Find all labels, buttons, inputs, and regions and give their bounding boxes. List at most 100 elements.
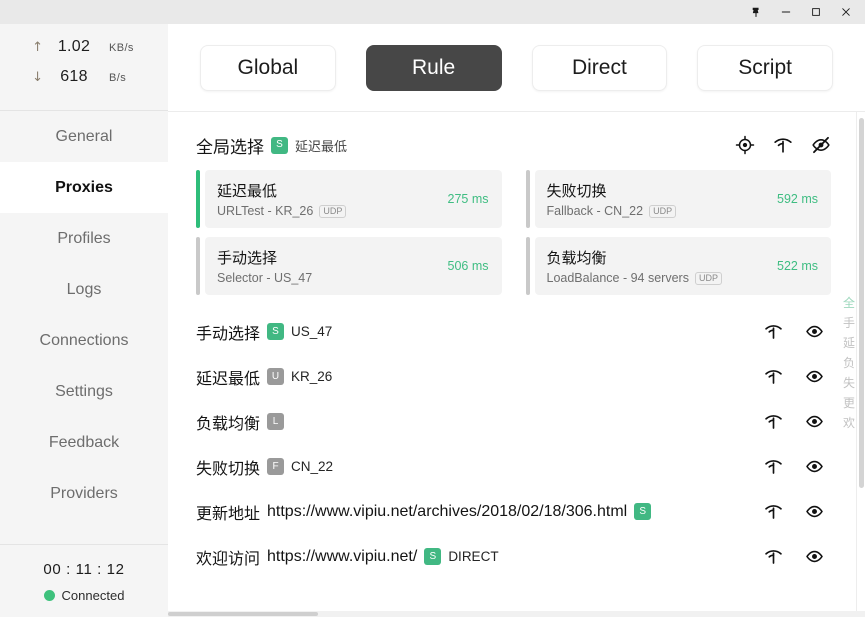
proxy-group-row[interactable]: 更新地址 https://www.vipiu.net/archives/2018… (196, 489, 831, 534)
app-window: ↑ 1.02 KB/s ↓ 618 B/s General Proxies Pr… (0, 0, 865, 617)
maximize-window-button[interactable] (801, 0, 831, 24)
minimize-window-button[interactable] (771, 0, 801, 24)
index-item[interactable]: 负 (843, 357, 855, 369)
row-url: https://www.vipiu.net/ (267, 547, 418, 565)
sidebar-item-label: General (55, 127, 113, 145)
sidebar-item-providers[interactable]: Providers (0, 468, 168, 519)
horizontal-scrollbar[interactable] (168, 611, 865, 617)
group-selected-node: 延迟最低 (295, 138, 348, 154)
card-title: 负载均衡 (546, 250, 607, 267)
udp-badge: UDP (694, 271, 722, 285)
proxy-group-row[interactable]: 失败切换 F CN_22 (196, 444, 831, 489)
tab-label: Direct (571, 55, 627, 79)
target-icon[interactable] (735, 135, 755, 155)
vertical-scrollbar-thumb[interactable] (859, 118, 864, 488)
connection-status: Connected (0, 588, 168, 603)
proxy-card[interactable]: 负载均衡 LoadBalance - 94 servers UDP 522 ms (525, 237, 831, 295)
row-type-badge: F (267, 458, 285, 475)
proxy-group-row[interactable]: 延迟最低 U KR_26 (196, 354, 831, 399)
index-item[interactable]: 延 (843, 337, 855, 349)
download-speed-unit: B/s (109, 72, 127, 84)
speedtest-icon[interactable] (764, 412, 784, 432)
sidebar-item-profiles[interactable]: Profiles (0, 213, 168, 264)
connection-status-label: Connected (61, 588, 125, 603)
eye-icon[interactable] (805, 547, 825, 567)
speedtest-icon[interactable] (773, 135, 793, 155)
row-type-badge: U (267, 368, 285, 385)
card-delay: 592 ms (777, 192, 818, 206)
speedtest-icon[interactable] (764, 457, 784, 477)
proxy-group-row[interactable]: 欢迎访问 https://www.vipiu.net/ S DIRECT (196, 534, 831, 579)
row-selected-node: KR_26 (291, 369, 333, 384)
card-title: 手动选择 (217, 250, 278, 267)
row-selected-node: US_47 (291, 324, 333, 339)
horizontal-scrollbar-thumb[interactable] (168, 612, 318, 616)
eye-icon[interactable] (805, 457, 825, 477)
tab-direct[interactable]: Direct (531, 44, 668, 91)
sidebar-item-connections[interactable]: Connections (0, 315, 168, 366)
sidebar-item-label: Providers (50, 484, 118, 502)
maximize-icon (810, 6, 822, 18)
upload-speed-row: ↑ 1.02 KB/s (0, 38, 168, 68)
proxy-card[interactable]: 延迟最低 URLTest - KR_26 UDP 275 ms (196, 170, 502, 228)
proxy-card[interactable]: 手动选择 Selector - US_47 506 ms (196, 237, 502, 295)
sidebar-item-label: Feedback (48, 433, 120, 451)
card-title: 延迟最低 (217, 183, 278, 200)
speedtest-icon[interactable] (764, 502, 784, 522)
proxy-group-list: 手动选择 S US_47 延迟最低 U KR_26 负载均衡 L 失败切换 F … (196, 309, 831, 579)
index-item[interactable]: 失 (843, 377, 855, 389)
mode-tabs: Global Rule Direct Script (168, 24, 865, 112)
udp-badge: UDP (319, 204, 347, 218)
eye-icon[interactable] (805, 367, 825, 387)
sidebar-item-label: Connections (39, 331, 129, 349)
eye-icon[interactable] (805, 412, 825, 432)
index-item[interactable]: 欢 (843, 417, 855, 429)
row-type-badge: S (634, 503, 652, 520)
index-item[interactable]: 全 (843, 297, 855, 309)
row-title: 欢迎访问 (196, 550, 261, 568)
sidebar-item-feedback[interactable]: Feedback (0, 417, 168, 468)
eye-off-icon[interactable] (811, 135, 831, 155)
speed-indicator: ↑ 1.02 KB/s ↓ 618 B/s (0, 24, 168, 110)
sidebar-item-logs[interactable]: Logs (0, 264, 168, 315)
close-icon (840, 6, 852, 18)
row-title: 手动选择 (196, 325, 261, 343)
row-url: https://www.vipiu.net/archives/2018/02/1… (267, 502, 628, 520)
upload-arrow-icon: ↑ (32, 40, 43, 55)
tab-rule[interactable]: Rule (365, 44, 502, 91)
card-subtitle: Selector - US_47 (217, 271, 313, 285)
close-window-button[interactable] (831, 0, 861, 24)
main-panel: Global Rule Direct Script 全局选择 S 延迟最低 延迟… (168, 24, 865, 617)
proxy-group-row[interactable]: 手动选择 S US_47 (196, 309, 831, 354)
eye-icon[interactable] (805, 322, 825, 342)
proxy-group-row[interactable]: 负载均衡 L (196, 399, 831, 444)
sidebar-item-label: Profiles (57, 229, 111, 247)
index-item[interactable]: 手 (843, 317, 855, 329)
sidebar-item-label: Settings (55, 382, 113, 400)
proxy-card[interactable]: 失败切换 Fallback - CN_22 UDP 592 ms (525, 170, 831, 228)
sidebar-item-label: Proxies (55, 178, 113, 196)
index-item[interactable]: 更 (843, 397, 855, 409)
sidebar-item-settings[interactable]: Settings (0, 366, 168, 417)
group-type-badge: S (271, 136, 288, 154)
window-body: ↑ 1.02 KB/s ↓ 618 B/s General Proxies Pr… (0, 24, 865, 617)
vertical-scrollbar[interactable] (856, 112, 865, 617)
sidebar-item-general[interactable]: General (0, 111, 168, 162)
tab-label: Global (237, 55, 299, 79)
speedtest-icon[interactable] (764, 547, 784, 567)
proxy-card-grid: 延迟最低 URLTest - KR_26 UDP 275 ms 失败切换 Fal… (196, 170, 831, 295)
sidebar-status: 00 : 11 : 12 Connected (0, 544, 168, 617)
connection-timer: 00 : 11 : 12 (43, 561, 125, 578)
card-active-bar (525, 170, 530, 228)
pin-icon (750, 6, 762, 18)
udp-badge: UDP (649, 204, 677, 218)
card-active-bar (196, 170, 200, 228)
group-quick-index[interactable]: 全 手 延 负 失 更 欢 (841, 297, 857, 429)
tab-global[interactable]: Global (200, 44, 336, 91)
speedtest-icon[interactable] (764, 367, 784, 387)
speedtest-icon[interactable] (764, 322, 784, 342)
eye-icon[interactable] (805, 502, 825, 522)
tab-script[interactable]: Script (697, 44, 833, 91)
pin-window-button[interactable] (741, 0, 771, 24)
sidebar-item-proxies[interactable]: Proxies (0, 162, 168, 213)
